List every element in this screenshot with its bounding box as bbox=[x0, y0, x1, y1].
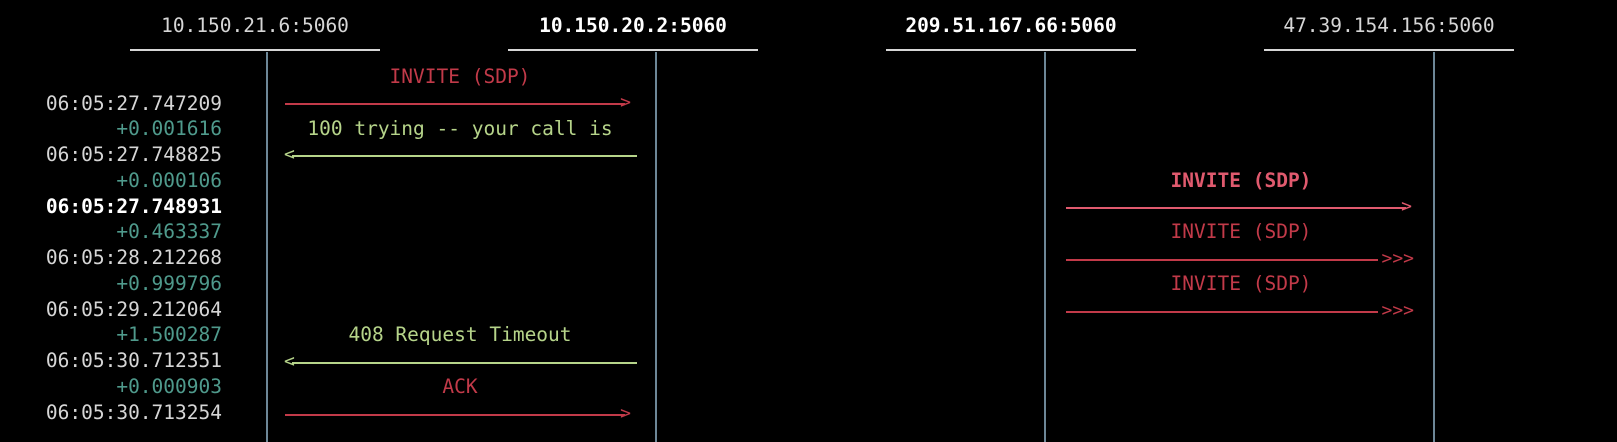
arrow-head: >>> bbox=[1381, 300, 1414, 321]
time-delta: +1.500287 bbox=[116, 323, 222, 346]
arrow-head: > bbox=[1401, 196, 1412, 217]
time-delta: +0.001616 bbox=[116, 117, 222, 140]
message-label[interactable]: ACK bbox=[285, 374, 635, 400]
timestamp: 06:05:27.748825 bbox=[45, 143, 222, 166]
arrow-head: < bbox=[284, 351, 295, 372]
message-arrow[interactable]: < bbox=[284, 352, 637, 372]
timestamp: 06:05:30.713254 bbox=[45, 401, 222, 424]
host-underline-1 bbox=[130, 49, 380, 51]
arrow-head: >>> bbox=[1381, 248, 1414, 269]
arrow-head: < bbox=[284, 144, 295, 165]
message-arrow[interactable]: >>> bbox=[1066, 249, 1414, 269]
time-delta: +0.000106 bbox=[116, 169, 222, 192]
time-delta: +0.999796 bbox=[116, 272, 222, 295]
message-arrow[interactable]: > bbox=[285, 404, 631, 424]
host-underline-4 bbox=[1264, 49, 1514, 51]
host-header-1: 10.150.21.6:5060 bbox=[161, 14, 349, 37]
timestamp: 06:05:28.212268 bbox=[45, 246, 222, 269]
timestamp: 06:05:27.747209 bbox=[45, 92, 222, 115]
host-header-2: 10.150.20.2:5060 bbox=[539, 14, 727, 37]
message-label-selected[interactable]: INVITE (SDP) bbox=[1066, 168, 1416, 194]
message-arrow[interactable]: > bbox=[285, 93, 631, 113]
host-underline-3 bbox=[886, 49, 1136, 51]
host-header-4: 47.39.154.156:5060 bbox=[1283, 14, 1495, 37]
message-arrow[interactable]: >>> bbox=[1066, 301, 1414, 321]
message-label[interactable]: INVITE (SDP) bbox=[1066, 271, 1416, 297]
message-label[interactable]: 100 trying -- your call is bbox=[285, 116, 635, 142]
host-header-3: 209.51.167.66:5060 bbox=[905, 14, 1117, 37]
timestamp: 06:05:30.712351 bbox=[45, 349, 222, 372]
message-label[interactable]: INVITE (SDP) bbox=[285, 64, 635, 90]
lifeline-3 bbox=[1044, 52, 1046, 442]
message-arrow[interactable]: < bbox=[284, 145, 637, 165]
host-underline-2 bbox=[508, 49, 758, 51]
timestamp-selected[interactable]: 06:05:27.748931 bbox=[0, 194, 222, 220]
lifeline-4 bbox=[1433, 52, 1435, 442]
lifeline-1 bbox=[266, 52, 268, 442]
timestamp: 06:05:29.212064 bbox=[45, 298, 222, 321]
message-label[interactable]: 408 Request Timeout bbox=[285, 322, 635, 348]
time-delta: +0.000903 bbox=[116, 375, 222, 398]
message-arrow-selected[interactable]: > bbox=[1066, 197, 1412, 217]
arrow-head: > bbox=[620, 92, 631, 113]
arrow-head: > bbox=[620, 403, 631, 424]
message-label[interactable]: INVITE (SDP) bbox=[1066, 219, 1416, 245]
lifeline-2 bbox=[655, 52, 657, 442]
time-delta: +0.463337 bbox=[116, 220, 222, 243]
